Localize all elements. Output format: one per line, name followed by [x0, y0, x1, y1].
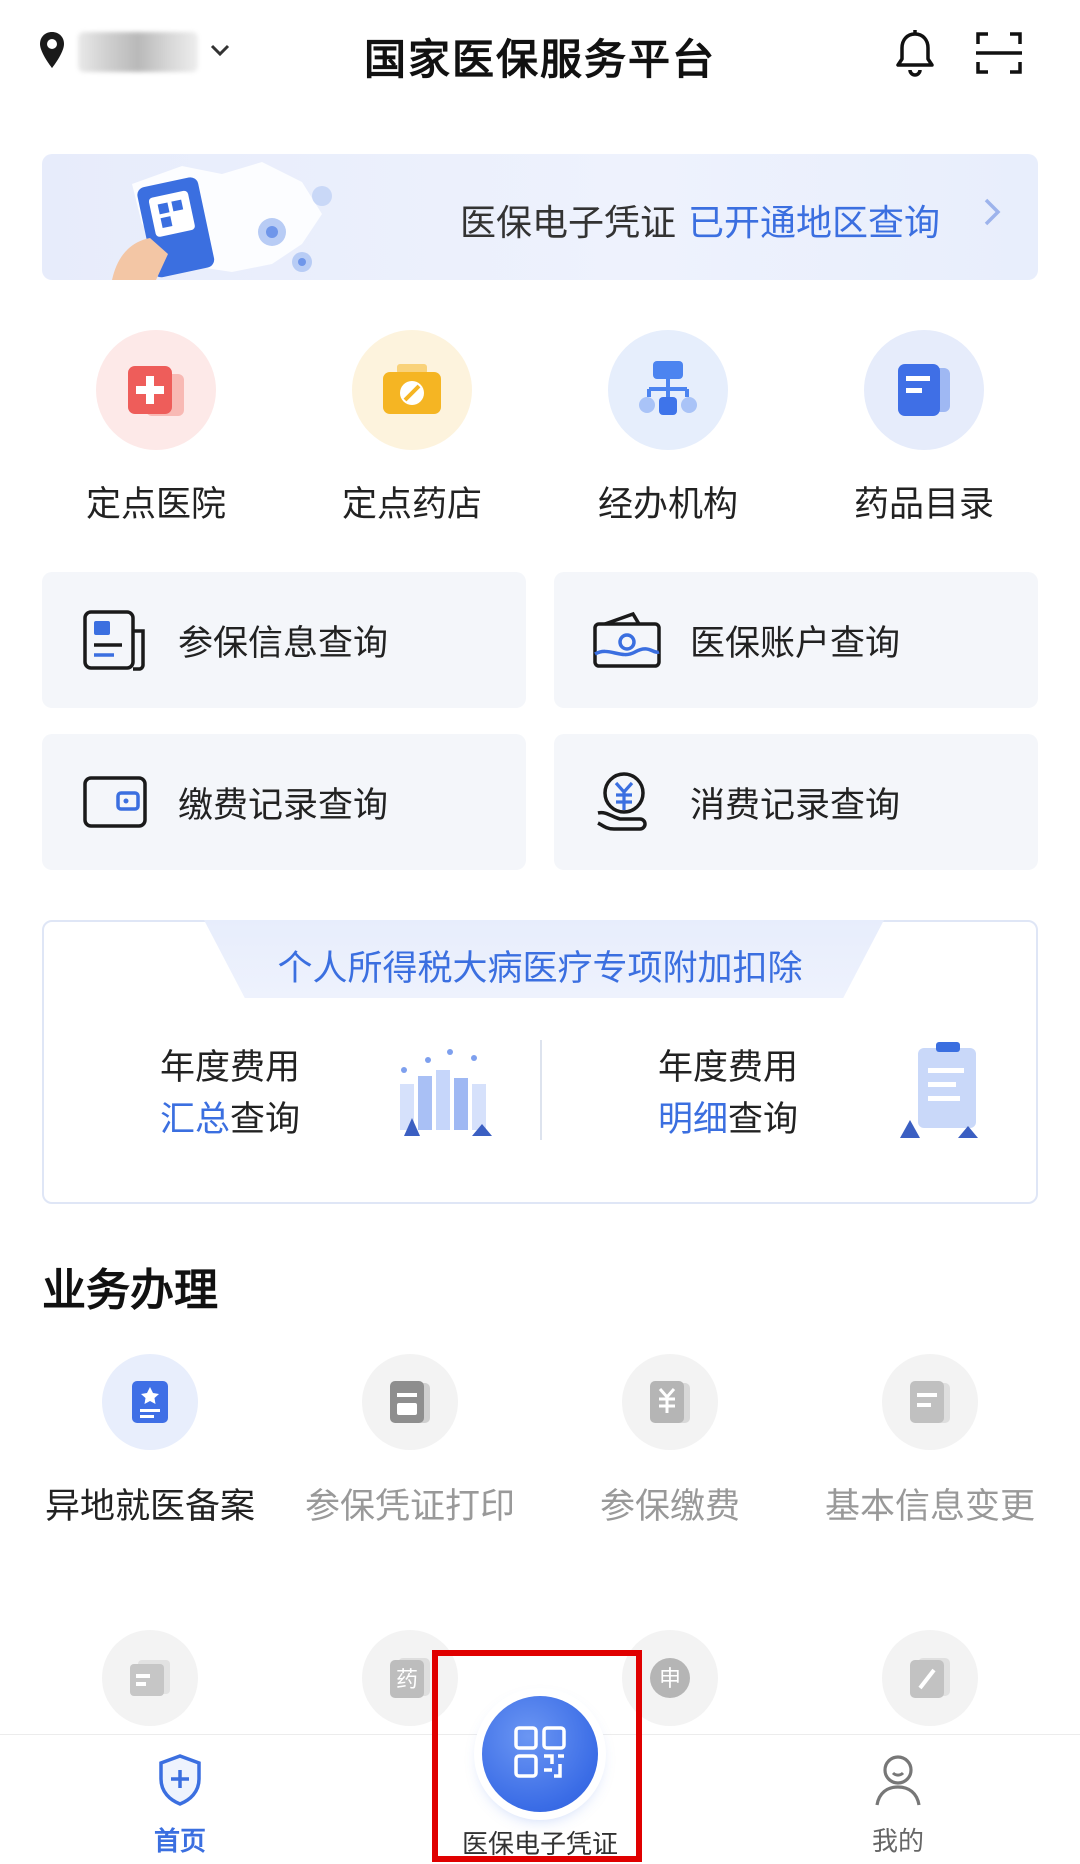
- quick-item-hospital[interactable]: 定点医院: [46, 330, 266, 527]
- pharmacy-icon: [352, 330, 472, 450]
- medicine-glyph: 药: [396, 1668, 418, 1693]
- tax-detail-line1: 年度费用: [658, 1048, 799, 1088]
- quick-item-label: 经办机构: [597, 485, 738, 525]
- service-grid-row1: 异地就医备案 参保凭证打印 参保缴费 基本信息变更: [0, 1354, 1080, 1529]
- bell-icon[interactable]: [892, 28, 938, 82]
- tax-summary-highlight: 汇总: [160, 1100, 231, 1140]
- card-insurance-info[interactable]: 参保信息查询: [42, 572, 526, 708]
- china-map-illustration: [112, 162, 332, 280]
- card-label: 缴费记录查询: [178, 785, 389, 826]
- tax-summary-line1: 年度费用: [160, 1048, 301, 1088]
- card-payment-records[interactable]: 缴费记录查询: [42, 734, 526, 870]
- user-icon: [873, 1755, 923, 1811]
- clipboard-illustration-icon: [900, 1042, 978, 1138]
- catalog-icon: [864, 330, 984, 450]
- quick-item-label: 药品目录: [853, 485, 994, 525]
- service-item-insurance-payment[interactable]: 参保缴费: [545, 1354, 795, 1529]
- yuan-doc-icon: [622, 1354, 718, 1450]
- tax-detail-rest: 查询: [728, 1100, 799, 1140]
- chevron-right-icon: [980, 192, 1004, 242]
- pen-icon: [882, 1630, 978, 1726]
- service-item-label: 参保凭证打印: [304, 1487, 515, 1527]
- account-wallet-icon: [592, 605, 662, 675]
- badge-star-icon: [102, 1354, 198, 1450]
- shield-plus-icon: [156, 1754, 204, 1811]
- e-voucher-banner[interactable]: 医保电子凭证 已开通地区查询: [42, 154, 1038, 280]
- apply-glyph: 申: [659, 1667, 681, 1692]
- quick-item-label: 定点药店: [341, 485, 482, 525]
- tax-summary-rest: 查询: [230, 1100, 301, 1140]
- tax-detail-query[interactable]: 年度费用 明细查询: [658, 1042, 798, 1146]
- service-item-remote-medical[interactable]: 异地就医备案: [25, 1354, 275, 1529]
- banner-region-link[interactable]: 已开通地区查询: [688, 203, 940, 244]
- card-label: 消费记录查询: [690, 785, 901, 826]
- scan-icon[interactable]: [974, 28, 1024, 82]
- service-item-label: 参保缴费: [599, 1487, 740, 1527]
- quick-item-agency[interactable]: 经办机构: [558, 330, 778, 527]
- print-doc-icon: [362, 1354, 458, 1450]
- service-item-label: 异地就医备案: [44, 1487, 255, 1527]
- hospital-icon: [96, 330, 216, 450]
- banner-title: 医保电子凭证: [460, 203, 677, 244]
- card-label: 参保信息查询: [178, 623, 389, 664]
- yuan-hand-icon: [592, 767, 662, 837]
- tax-summary-query[interactable]: 年度费用 汇总查询: [160, 1042, 300, 1146]
- bar-chart-illustration-icon: [400, 1049, 492, 1136]
- service-item-row2-1[interactable]: [25, 1630, 275, 1726]
- service-item-label: 基本信息变更: [824, 1487, 1035, 1527]
- service-item-row2-4[interactable]: [805, 1630, 1055, 1726]
- quick-item-label: 定点医院: [85, 485, 226, 525]
- card-label: 医保账户查询: [690, 623, 901, 664]
- card-icon: [102, 1630, 198, 1726]
- tax-deduction-panel: 个人所得税大病医疗专项附加扣除 年度费用 汇总查询 年度费用 明细查询: [42, 920, 1038, 1204]
- nav-mine[interactable]: 我的: [798, 1753, 998, 1858]
- edit-doc-icon: [882, 1354, 978, 1450]
- tax-divider: [540, 1040, 542, 1140]
- card-consumption-records[interactable]: 消费记录查询: [554, 734, 1038, 870]
- tax-title: 个人所得税大病医疗专项附加扣除: [277, 949, 803, 989]
- service-item-info-change[interactable]: 基本信息变更: [805, 1354, 1055, 1529]
- service-item-print-voucher[interactable]: 参保凭证打印: [285, 1354, 535, 1529]
- quick-entry-grid: 定点医院 定点药店 经办机构 药品目录: [0, 330, 1080, 527]
- quick-item-catalog[interactable]: 药品目录: [814, 330, 1034, 527]
- agency-icon: [608, 330, 728, 450]
- app-header: 国家医保服务平台: [0, 0, 1080, 112]
- card-account[interactable]: 医保账户查询: [554, 572, 1038, 708]
- section-title: 业务办理: [42, 1265, 218, 1316]
- nav-home[interactable]: 首页: [80, 1753, 280, 1858]
- nav-home-label: 首页: [153, 1827, 206, 1857]
- highlight-box: [432, 1650, 642, 1862]
- insurance-info-icon: [80, 605, 150, 675]
- payment-card-icon: [80, 767, 150, 837]
- tax-detail-highlight: 明细: [658, 1100, 729, 1140]
- quick-item-pharmacy[interactable]: 定点药店: [302, 330, 522, 527]
- nav-mine-label: 我的: [871, 1827, 924, 1857]
